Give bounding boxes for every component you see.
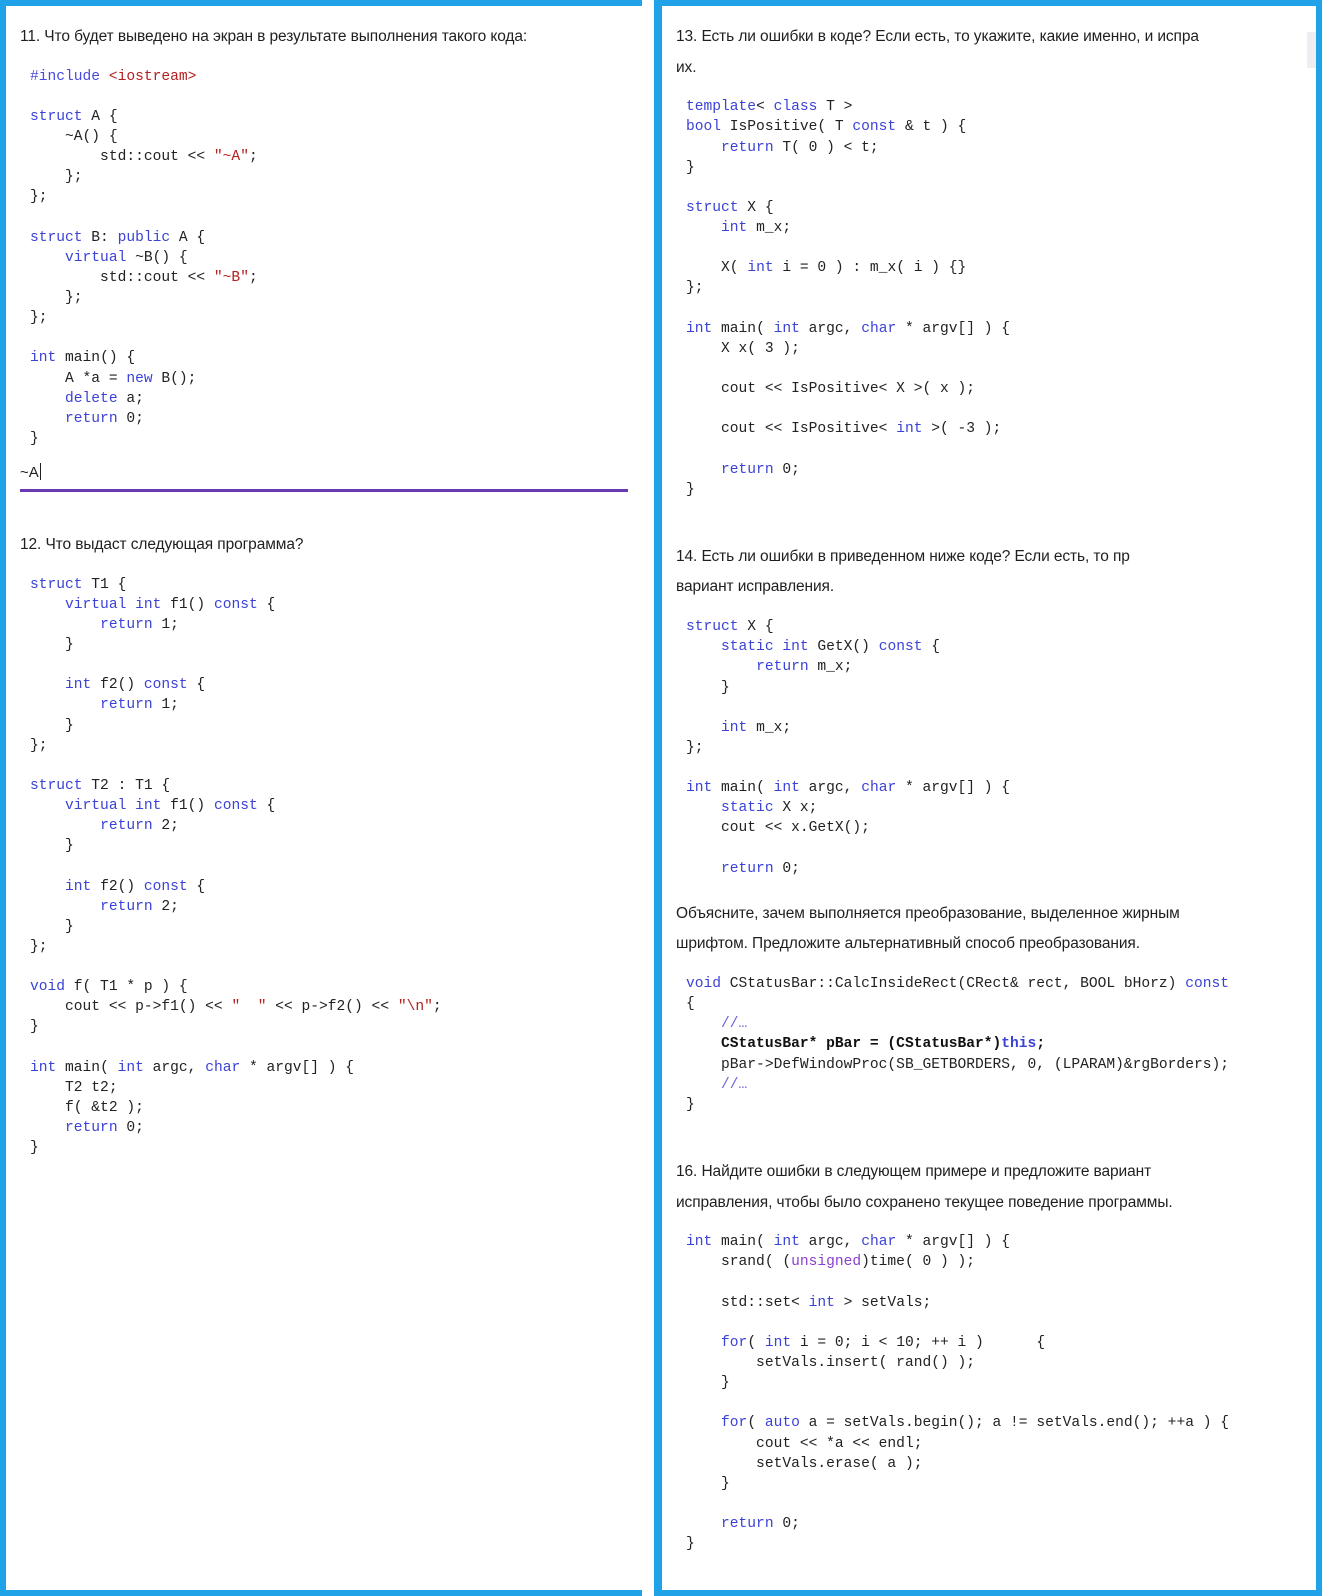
section-spacer-right-2 <box>676 1125 1302 1159</box>
question-11-code: #include <iostream> struct A { ~A() { st… <box>30 68 258 447</box>
question-14-prompt-line1: 14. Есть ли ошибки в приведенном ниже ко… <box>676 547 1130 565</box>
question-16-prompt-line2: исправления, чтобы было сохранено текуще… <box>676 1193 1173 1211</box>
right-question-panel: 13. Есть ли ошибки в коде? Если есть, то… <box>654 0 1322 1596</box>
question-13-prompt-line2: их. <box>676 58 697 76</box>
answer-underline <box>20 489 628 493</box>
question-12-code: struct T1 { virtual int f1() const { ret… <box>30 576 442 1157</box>
question-12: 12. Что выдаст следующая программа? stru… <box>20 532 628 1158</box>
left-question-panel: 11. Что будет выведено на экран в резуль… <box>0 0 642 1596</box>
question-11: 11. Что будет выведено на экран в резуль… <box>20 24 628 496</box>
left-panel-content: 11. Что будет выведено на экран в резуль… <box>6 6 642 1590</box>
right-panel-content: 13. Есть ли ошибки в коде? Если есть, то… <box>662 6 1316 1590</box>
question-14: 14. Есть ли ошибки в приведенном ниже ко… <box>676 544 1302 1115</box>
question-11-answer-value[interactable]: ~A <box>20 463 39 483</box>
question-14-prompt-line2: вариант исправления. <box>676 578 835 596</box>
question-14-code: struct X { static int GetX() const { ret… <box>686 619 1011 877</box>
text-caret <box>39 463 41 481</box>
question-13-prompt-line1: 13. Есть ли ошибки в коде? Если есть, то… <box>676 28 1199 45</box>
quiz-page: 11. Что будет выведено на экран в резуль… <box>0 0 1322 1596</box>
question-16-code: int main( int argc, char * argv[] ) { sr… <box>686 1234 1229 1553</box>
question-14-statusbar-code: void CStatusBar::CalcInsideRect(CRect& r… <box>686 976 1229 1113</box>
column-gap <box>642 0 654 1596</box>
question-12-prompt: 12. Что выдаст следующая программа? <box>20 536 304 554</box>
question-16: 16. Найдите ошибки в следующем примере и… <box>676 1159 1302 1554</box>
question-16-prompt-line1: 16. Найдите ошибки в следующем примере и… <box>676 1162 1152 1180</box>
question-14-followup-line2: шрифтом. Предложите альтернативный спосо… <box>676 935 1140 953</box>
question-13: 13. Есть ли ошибки в коде? Если есть, то… <box>676 24 1302 500</box>
text-clip-gutter <box>1307 32 1316 68</box>
question-13-code: template< class T > bool IsPositive( T c… <box>686 99 1011 498</box>
question-11-prompt: 11. Что будет выведено на экран в резуль… <box>20 28 528 45</box>
question-14-followup-line1: Объясните, зачем выполняется преобразова… <box>676 904 1180 922</box>
section-spacer-right-1 <box>676 510 1302 544</box>
question-11-answer-field[interactable]: ~A <box>20 463 628 496</box>
